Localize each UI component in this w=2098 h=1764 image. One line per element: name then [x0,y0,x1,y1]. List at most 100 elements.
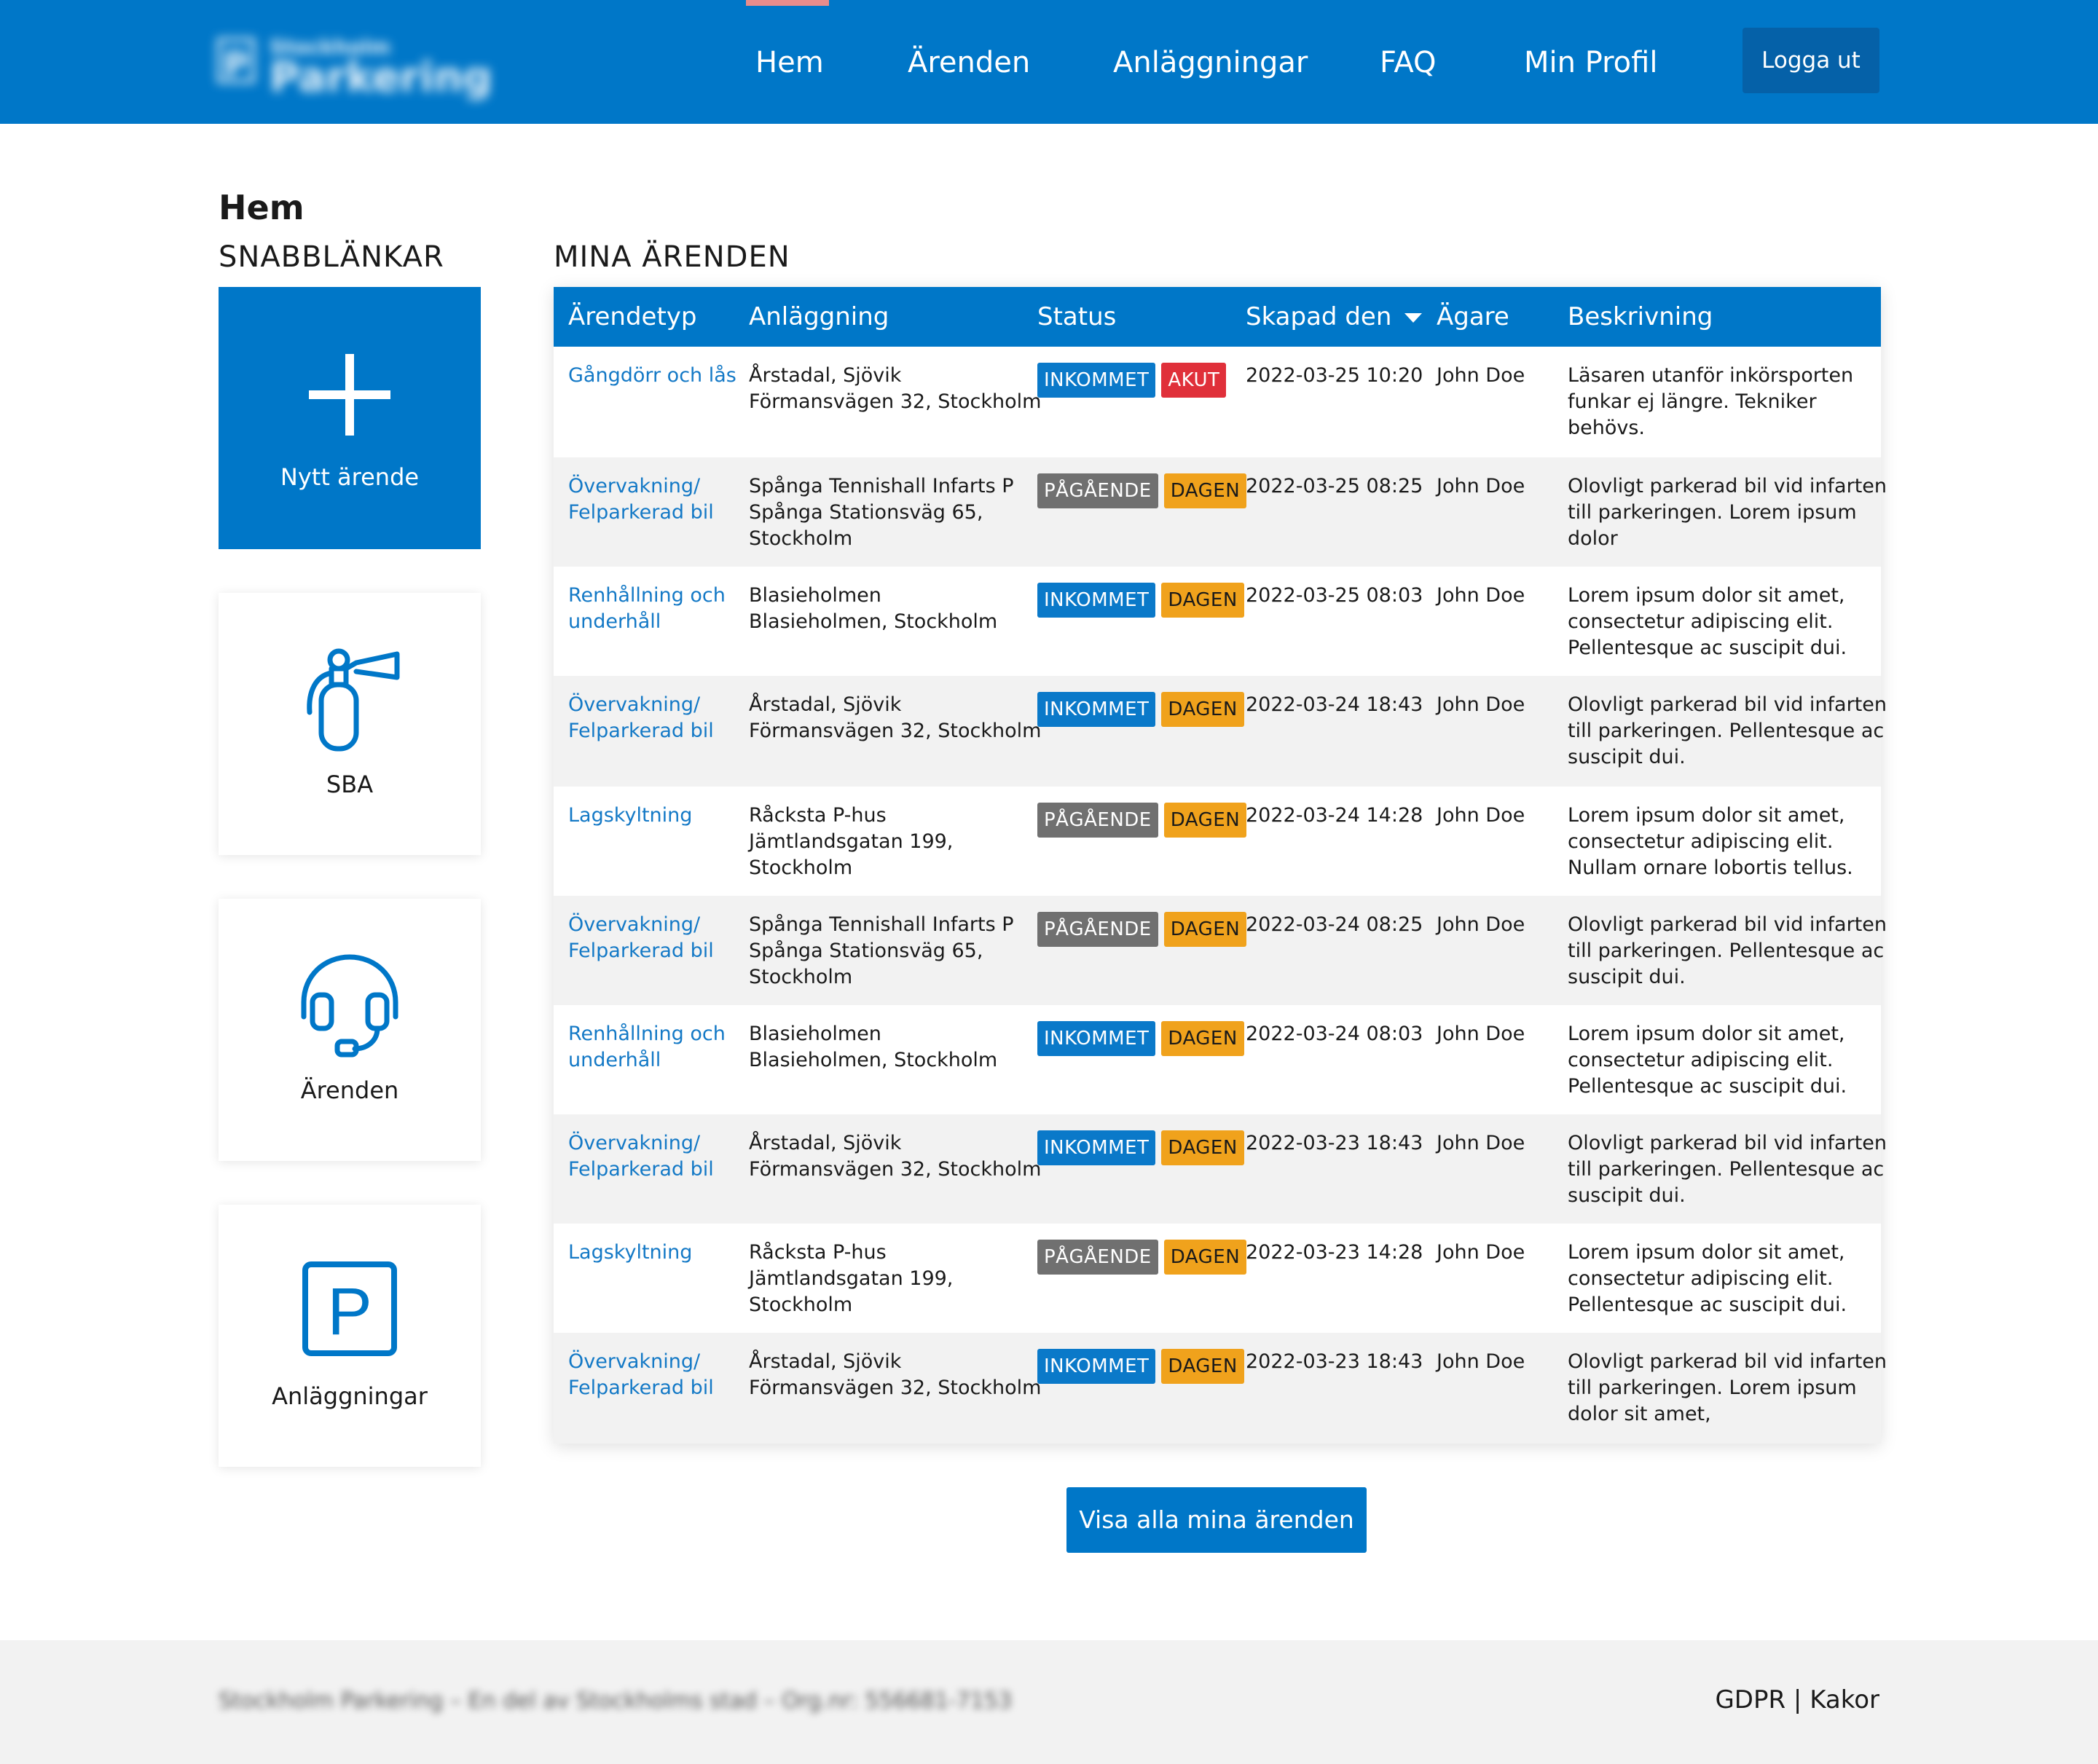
cell-facility-line: Förmansvägen 32, Stockholm [749,720,1042,742]
quicklink-sba[interactable]: SBA [219,593,481,855]
cell-case-type-line[interactable]: Felparkerad bil [568,718,714,744]
cell-case-type-line[interactable]: Felparkerad bil [568,500,714,526]
cell-created-text: 2022-03-25 08:03 [1246,584,1423,607]
cell-case-type[interactable]: Lagskyltning [568,1240,692,1266]
cell-description-line: suscipit dui. [1568,746,1686,768]
table-row[interactable]: Lagskyltning Råcksta P-hus Jämtlandsgatan … [554,787,1881,896]
cell-case-type-line[interactable]: Felparkerad bil [568,938,714,964]
cell-created-text: 2022-03-25 08:25 [1246,475,1423,497]
nav-item-faq[interactable]: FAQ [1380,39,1436,86]
cell-case-type[interactable]: Renhållning och underhåll [568,1021,726,1074]
priority-badge: DAGEN [1161,583,1244,618]
cell-case-type-line[interactable]: underhåll [568,1047,726,1074]
status-badge: INKOMMET [1037,1349,1156,1384]
cell-case-type-line[interactable]: Felparkerad bil [568,1375,714,1401]
cell-case-type-line[interactable]: Övervakning/ [568,1349,714,1375]
quicklink-cases[interactable]: Ärenden [219,899,481,1161]
footer-links: GDPR | Kakor [1715,1685,1879,1714]
cell-description-line: till parkeringen. Pellentesque ac [1568,1158,1885,1181]
column-header-owner[interactable]: Ägare [1437,287,1509,347]
nav-item-arenden[interactable]: Ärenden [908,39,1030,86]
cell-created: 2022-03-24 14:28 [1246,803,1423,829]
cell-description-line: till parkeringen. Lorem ipsum [1568,1377,1857,1399]
cell-case-type-line[interactable]: underhåll [568,609,726,635]
cell-case-type-line[interactable]: Övervakning/ [568,473,714,500]
priority-badge: DAGEN [1163,473,1247,508]
status-badge: PÅGÅENDE [1037,912,1158,947]
cell-case-type-line[interactable]: Övervakning/ [568,1130,714,1157]
cell-case-type[interactable]: Gångdörr och lås [568,363,736,389]
cell-description: Lorem ipsum dolor sit amet, consectetur a… [1568,583,1847,661]
column-header-status[interactable]: Status [1037,287,1116,347]
cell-case-type-line[interactable]: Lagskyltning [568,803,692,829]
status-badge: INKOMMET [1037,1021,1156,1056]
cell-description-line: Olovligt parkerad bil vid infarten [1568,475,1887,497]
cell-facility-line: Spånga Stationsväg 65, [749,940,983,962]
nav-item-min-profil[interactable]: Min Profil [1524,39,1657,86]
cell-facility: Spånga Tennishall Infarts P Spånga Statio… [749,473,1014,552]
svg-text:P: P [327,1275,372,1349]
cell-status: INKOMMET DAGEN [1037,583,1244,618]
cell-case-type-line[interactable]: Övervakning/ [568,912,714,938]
table-row[interactable]: Övervakning/Felparkerad bil Årstadal, Sjö… [554,1333,1887,1444]
quicklink-label: SBA [326,771,374,798]
show-all-cases-button[interactable]: Visa alla mina ärenden [1066,1487,1367,1553]
cell-case-type[interactable]: Övervakning/Felparkerad bil [568,912,714,964]
nav-item-hem[interactable]: Hem [755,39,824,86]
cell-owner: John Doe [1437,473,1525,500]
table-row[interactable]: Gångdörr och lås Årstadal, Sjövik Förmansv… [554,347,1881,457]
table-row[interactable]: Övervakning/Felparkerad bil Spånga Tennis… [554,896,1887,1005]
cell-created: 2022-03-24 08:03 [1246,1021,1423,1047]
cell-created: 2022-03-23 18:43 [1246,1130,1423,1157]
cell-case-type[interactable]: Övervakning/Felparkerad bil [568,1349,714,1401]
cell-case-type[interactable]: Renhållning och underhåll [568,583,726,635]
cell-case-type[interactable]: Lagskyltning [568,803,692,829]
table-header: Ärendetyp Anläggning Status Skapad den Ä… [554,287,1881,347]
priority-badge: DAGEN [1163,803,1247,838]
quicklink-facilities[interactable]: P Anläggningar [219,1205,481,1467]
cell-owner-text: John Doe [1437,804,1525,827]
table-row[interactable]: Övervakning/Felparkerad bil Årstadal, Sjö… [554,676,1887,787]
table-row[interactable]: Lagskyltning Råcksta P-hus Jämtlandsgatan … [554,1224,1881,1333]
table-row[interactable]: Övervakning/Felparkerad bil Årstadal, Sjö… [554,1114,1887,1224]
column-header-facility[interactable]: Anläggning [749,287,889,347]
cell-case-type-line[interactable]: Renhållning och [568,583,726,609]
status-badge: INKOMMET [1037,692,1156,727]
column-header-created[interactable]: Skapad den [1246,287,1423,347]
cookies-link[interactable]: Kakor [1810,1685,1879,1714]
site-logo[interactable]: P Stockholm Parkering [217,35,492,101]
logout-button[interactable]: Logga ut [1743,28,1879,93]
column-header-description[interactable]: Beskrivning [1568,287,1713,347]
cell-case-type-line[interactable]: Övervakning/ [568,692,714,718]
table-row[interactable]: Övervakning/Felparkerad bil Spånga Tennis… [554,457,1887,567]
cell-description-line: Pellentesque ac suscipit dui. [1568,1075,1847,1098]
cell-description-line: Lorem ipsum dolor sit amet, [1568,584,1845,607]
cell-case-type[interactable]: Övervakning/Felparkerad bil [568,692,714,744]
gdpr-link[interactable]: GDPR [1715,1685,1785,1714]
cell-description-line: suscipit dui. [1568,1184,1686,1207]
cell-case-type[interactable]: Övervakning/Felparkerad bil [568,1130,714,1183]
cell-case-type-line[interactable]: Felparkerad bil [568,1157,714,1183]
cell-description-line: Olovligt parkerad bil vid infarten [1568,693,1887,716]
cell-case-type-line[interactable]: Gångdörr och lås [568,363,736,389]
cell-facility: Årstadal, Sjövik Förmansvägen 32, Stockho… [749,363,1041,415]
cell-case-type-line[interactable]: Lagskyltning [568,1240,692,1266]
cell-facility-line: Råcksta P-hus [749,1241,887,1264]
column-header-type[interactable]: Ärendetyp [568,287,697,347]
cell-description-line: Nullam ornare lobortis tellus. [1568,857,1853,879]
quicklink-new-case[interactable]: Nytt ärende [219,287,481,549]
table-row[interactable]: Renhållning och underhåll Blasieholmen Blas… [554,567,1881,676]
cell-case-type[interactable]: Övervakning/Felparkerad bil [568,473,714,526]
nav-item-anlaggningar[interactable]: Anläggningar [1113,39,1308,86]
table-row[interactable]: Renhållning och underhåll Blasieholmen Blas… [554,1005,1881,1114]
cell-case-type-line[interactable]: Renhållning och [568,1021,726,1047]
cell-description: Olovligt parkerad bil vid infarten till p… [1568,692,1887,771]
cell-created: 2022-03-24 08:25 [1246,912,1423,938]
priority-badge: DAGEN [1163,912,1247,947]
status-badge: INKOMMET [1037,1130,1156,1165]
cell-created: 2022-03-23 14:28 [1246,1240,1423,1266]
cell-description-line: Olovligt parkerad bil vid infarten [1568,1132,1887,1154]
sort-descending-icon [1404,313,1423,323]
cell-description: Olovligt parkerad bil vid infarten till p… [1568,1130,1887,1209]
cell-facility-line: Blasieholmen [749,584,881,607]
